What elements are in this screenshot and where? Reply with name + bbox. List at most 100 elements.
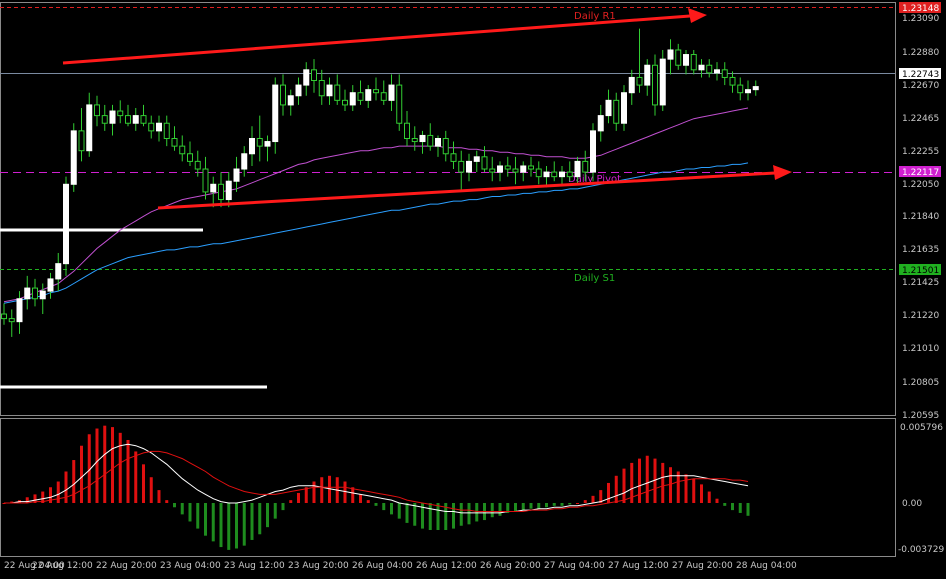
- histogram-bar: [80, 445, 83, 503]
- candle-body: [8, 318, 15, 323]
- candle-body: [295, 84, 302, 97]
- histogram-bar: [607, 482, 610, 503]
- candle-body: [163, 122, 170, 139]
- candle-body: [187, 153, 193, 162]
- candle-body: [752, 86, 759, 91]
- candle-body: [132, 115, 139, 124]
- histogram-bar: [498, 503, 502, 516]
- candle-body: [714, 69, 720, 74]
- candle-body: [466, 160, 472, 173]
- histogram-bar: [490, 503, 494, 518]
- histogram-bar: [312, 481, 316, 503]
- candle-body: [667, 49, 674, 60]
- histogram-bar: [746, 503, 750, 516]
- histogram-bar: [196, 503, 200, 529]
- candle-body: [373, 89, 379, 94]
- candle-body: [156, 122, 162, 132]
- osc-min-label: -0.003729: [898, 545, 944, 555]
- candle-body: [628, 76, 635, 94]
- time-tick-label: 23 Aug 20:00: [288, 561, 349, 571]
- candle-body: [721, 69, 728, 78]
- histogram-bar: [707, 491, 711, 503]
- histogram-bar: [204, 503, 207, 536]
- histogram-bar: [436, 503, 440, 531]
- histogram-bar: [700, 484, 703, 503]
- price-tick-label: 1.21010: [902, 344, 939, 354]
- candle-body: [342, 99, 348, 106]
- histogram-bar: [452, 503, 455, 529]
- daily-pivot-tag: 1.22117: [899, 166, 941, 178]
- candle-body: [357, 92, 364, 101]
- time-tick-label: 22 Aug 20:00: [96, 561, 157, 571]
- histogram-bar: [304, 487, 308, 503]
- daily-s1-tag-text: 1.21501: [902, 266, 939, 276]
- candle-body: [528, 165, 534, 170]
- price-tick-label: 1.22670: [902, 81, 939, 91]
- histogram-bar: [521, 503, 525, 511]
- time-tick-label: 27 Aug 04:00: [544, 561, 605, 571]
- candle-body: [256, 138, 263, 147]
- histogram-bar: [514, 503, 517, 512]
- candle-body: [311, 69, 317, 81]
- candle-body: [435, 138, 441, 147]
- histogram-bar: [320, 477, 324, 503]
- candle-body: [349, 92, 356, 106]
- price-tick-label: 1.20805: [902, 378, 939, 388]
- candle-body: [63, 183, 69, 265]
- histogram-bar: [242, 503, 246, 546]
- candle-body: [729, 76, 736, 86]
- candle-body: [287, 95, 294, 106]
- osc-zero-label: 0.00: [902, 499, 922, 509]
- current-price-tag-text: 1.22743: [902, 70, 939, 80]
- candle-body: [566, 171, 573, 178]
- candle-body: [16, 298, 23, 323]
- histogram-bar: [149, 477, 153, 503]
- histogram-bar: [165, 500, 169, 503]
- candle-body: [39, 290, 46, 300]
- candle-body: [745, 89, 751, 94]
- histogram-bar: [669, 467, 672, 503]
- histogram-bar: [545, 503, 548, 508]
- candle-body: [334, 84, 341, 101]
- candle-body: [597, 115, 604, 132]
- histogram-bar: [56, 481, 60, 503]
- histogram-bar: [111, 427, 114, 503]
- candle-body: [590, 130, 596, 173]
- candle-body: [520, 165, 527, 173]
- histogram-bar: [715, 498, 719, 503]
- time-tick-label: 27 Aug 20:00: [672, 561, 733, 571]
- histogram-bar: [157, 490, 161, 503]
- histogram-bar: [297, 492, 300, 503]
- candle-body: [427, 134, 434, 147]
- candle-body: [194, 160, 201, 170]
- candle-body: [504, 165, 511, 170]
- candle-body: [675, 49, 682, 66]
- candle-body: [683, 54, 689, 66]
- candle-body: [481, 156, 488, 170]
- histogram-bar: [219, 503, 223, 548]
- daily-pivot-tag-text: 1.22117: [902, 168, 939, 178]
- candle-body: [70, 130, 77, 185]
- candle-body: [101, 115, 108, 124]
- candle-body: [706, 64, 713, 74]
- histogram-bar: [142, 464, 145, 503]
- candle-body: [698, 64, 705, 71]
- candle-body: [179, 145, 186, 155]
- time-tick-label: 27 Aug 12:00: [608, 561, 669, 571]
- price-tick-label: 1.21635: [902, 245, 939, 255]
- time-tick-label: 22 Aug 12:00: [32, 561, 93, 571]
- candle-body: [442, 138, 449, 155]
- candle-body: [497, 165, 503, 173]
- time-tick-label: 26 Aug 20:00: [480, 561, 541, 571]
- candle-body: [543, 171, 550, 178]
- price-tick-label: 1.21220: [902, 311, 939, 321]
- histogram-bar: [258, 503, 262, 535]
- candle-body: [411, 138, 418, 143]
- histogram-bar: [638, 458, 641, 503]
- price-tick-label: 1.22465: [902, 114, 939, 124]
- candle-body: [47, 278, 54, 292]
- candle-body: [148, 122, 155, 132]
- histogram-bar: [576, 503, 579, 504]
- candle-body: [140, 115, 147, 124]
- histogram-bar: [390, 503, 393, 515]
